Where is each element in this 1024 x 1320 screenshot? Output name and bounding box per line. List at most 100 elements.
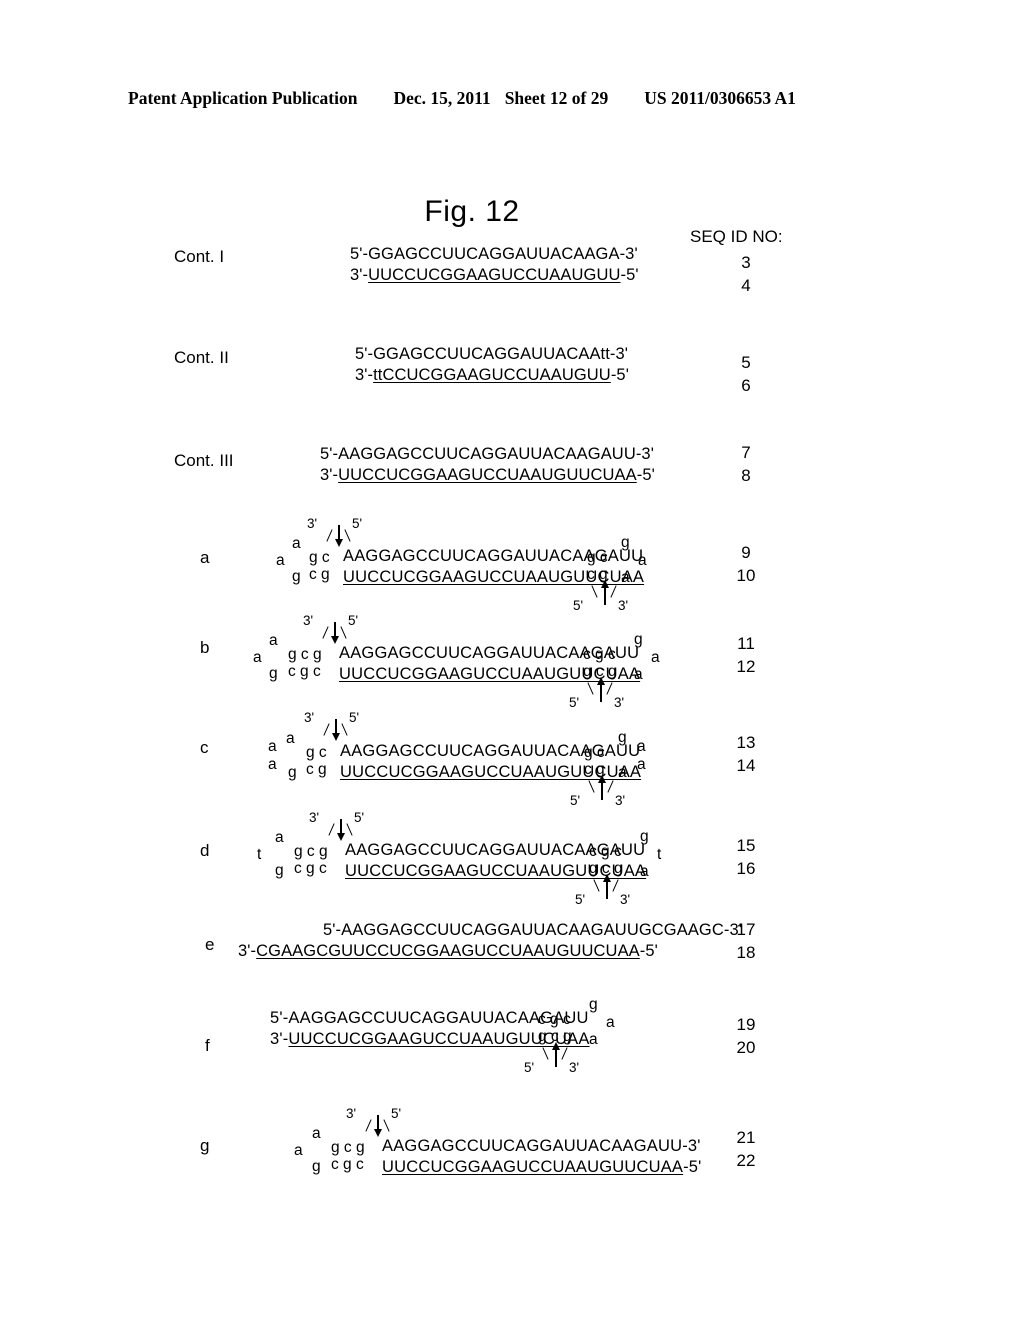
stem-pair-right-top: c g c xyxy=(538,1011,571,1029)
stem-pair-left-top: g c xyxy=(306,744,327,762)
seq-id: 19 xyxy=(726,1013,766,1036)
seq-ids-a: 9 10 xyxy=(726,541,766,587)
loop-base-left-outer: a xyxy=(268,738,277,756)
leader-line xyxy=(341,723,347,735)
row-label-cont-1: Cont. I xyxy=(174,247,224,267)
core-bottom-strand: UUCCUCGGAAGUCCUAAUGUUCUAA-5' xyxy=(382,1157,702,1178)
five-prime-label: 5' xyxy=(575,892,585,907)
seq-id: 20 xyxy=(726,1036,766,1059)
seq-ids-cont-1: 3 4 xyxy=(726,251,766,297)
seq-ids-f: 19 20 xyxy=(726,1013,766,1059)
bottom-suffix: -5' xyxy=(637,466,655,484)
loop-base-right-top: g xyxy=(640,828,649,846)
seq-id: 22 xyxy=(726,1149,766,1172)
seq-id: 15 xyxy=(726,834,766,857)
seq-id: 3 xyxy=(726,251,766,274)
bottom-prefix: 3'- xyxy=(350,266,368,284)
loop-base-left-bottom: g xyxy=(275,862,284,880)
three-prime-label: 3' xyxy=(309,810,319,825)
sheet-number: Sheet 12 of 29 xyxy=(505,88,609,109)
sequence-block-cont-2: 5'-GGAGCCUUCAGGAUUACAAtt-3' 3'-ttCCUCGGA… xyxy=(355,344,629,386)
loop-base-left-bottom: g xyxy=(312,1158,321,1176)
top-sequence: AAGGAGCCUUCAGGAUUACAAGAUU xyxy=(382,1137,682,1155)
loop-base-right-outer: a xyxy=(606,1014,615,1032)
seq-id-column-header: SEQ ID NO: xyxy=(690,227,783,247)
stem-pair-right-top: g c xyxy=(587,549,608,567)
stem-pair-left-bottom: c g xyxy=(309,566,330,584)
leader-line xyxy=(346,823,352,835)
seq-ids-e: 17 18 xyxy=(726,918,766,964)
row-label-e: e xyxy=(205,935,214,955)
five-prime-label: 5' xyxy=(570,793,580,808)
loop-base-right-top: g xyxy=(634,631,643,649)
patent-number: US 2011/0306653 A1 xyxy=(644,88,796,109)
bottom-sequence: CGAAGCGUUCCUCGGAAGUCCUAAUGUUCUAA xyxy=(256,942,640,960)
loop-base-right-outer-bottom: a xyxy=(637,756,646,774)
row-label-b: b xyxy=(200,638,209,658)
loop-base-left-top: a xyxy=(269,632,278,650)
patent-header: Patent Application Publication Dec. 15, … xyxy=(128,88,896,109)
row-label-a: a xyxy=(200,548,209,568)
five-prime-label: 5' xyxy=(573,598,583,613)
seq-ids-cont-2: 5 6 xyxy=(726,351,766,397)
seq-id: 13 xyxy=(726,731,766,754)
loop-base-right-bottom: a xyxy=(589,1031,598,1049)
stem-pair-right-top: c g c xyxy=(589,843,622,861)
leader-line xyxy=(323,723,329,735)
loop-base-right-bottom: a xyxy=(634,666,643,684)
bottom-sequence: UUCCUCGGAAGUCCUAAUGUUCUAA xyxy=(382,1158,683,1176)
row-label-cont-2: Cont. II xyxy=(174,348,229,368)
leader-line xyxy=(344,529,350,541)
bottom-strand: 3'-UUCCUCGGAAGUCCUAAUGUUCUAA-5' xyxy=(320,465,655,486)
figure-title-text: Fig. 12 xyxy=(424,195,519,228)
stem-pair-left-bottom: c g c xyxy=(288,663,321,681)
bottom-strand: 3'-CGAAGCGUUCCUCGGAAGUCCUAAUGUUCUAA-5' xyxy=(238,941,742,962)
duplex-core: AAGGAGCCUUCAGGAUUACAAGAUU-3' UUCCUCGGAAG… xyxy=(382,1136,702,1178)
three-prime-label: 3' xyxy=(569,1060,579,1075)
stem-pair-left-top: g c g xyxy=(331,1139,365,1157)
five-prime-label: 5' xyxy=(524,1060,534,1075)
bottom-sequence: UUCCUCGGAAGUCCUAAUGUUCUAA xyxy=(338,466,637,484)
three-prime-label: 3' xyxy=(346,1106,356,1121)
five-prime-label: 5' xyxy=(569,695,579,710)
top-strand: 5'-AAGGAGCCUUCAGGAUUACAAGAUU-3' xyxy=(320,444,655,465)
stem-pair-right-top: g c xyxy=(584,744,605,762)
seq-id: 5 xyxy=(726,351,766,374)
seq-id: 9 xyxy=(726,541,766,564)
bottom-suffix: -5' xyxy=(621,266,639,284)
three-prime-label: 3' xyxy=(303,613,313,628)
loop-base-left-bottom: g xyxy=(269,665,278,683)
loop-base-right-outer: a xyxy=(638,552,647,570)
leader-line xyxy=(326,529,332,541)
three-prime-label: 3' xyxy=(618,598,628,613)
loop-base-left-top: a xyxy=(286,730,295,748)
seq-id: 18 xyxy=(726,941,766,964)
five-prime-label: 5' xyxy=(348,613,358,628)
stem-pair-left-bottom: c g c xyxy=(331,1156,364,1174)
seq-id: 10 xyxy=(726,564,766,587)
publication-label: Patent Application Publication xyxy=(128,88,357,109)
seq-id: 4 xyxy=(726,274,766,297)
three-prime-label: 3' xyxy=(620,892,630,907)
five-prime-label: 5' xyxy=(352,516,362,531)
top-strand: 5'-AAGGAGCCUUCAGGAUUACAAGAUUGCGAAGC-3' xyxy=(238,920,742,941)
seq-id: 21 xyxy=(726,1126,766,1149)
bottom-strand: 3'-ttCCUCGGAAGUCCUAAUGUU-5' xyxy=(355,365,629,386)
three-prime-label: 3' xyxy=(304,710,314,725)
loop-base-right-top: g xyxy=(621,534,630,552)
leader-line xyxy=(383,1119,389,1131)
top-prefix: 5'- xyxy=(270,1009,288,1027)
loop-base-left-outer: t xyxy=(257,846,261,864)
seq-id: 11 xyxy=(726,632,766,655)
five-prime-label: 5' xyxy=(391,1106,401,1121)
loop-base-right-bottom: a xyxy=(618,764,627,782)
loop-base-left-top: a xyxy=(275,829,284,847)
loop-base-left-top: a xyxy=(312,1125,321,1143)
top-suffix: -3' xyxy=(682,1137,700,1155)
sequence-block-cont-3: 5'-AAGGAGCCUUCAGGAUUACAAGAUU-3' 3'-UUCCU… xyxy=(320,444,655,486)
loop-base-right-bottom: a xyxy=(640,863,649,881)
three-prime-label: 3' xyxy=(614,695,624,710)
row-label-cont-3: Cont. III xyxy=(174,451,234,471)
top-strand: 5'-GGAGCCUUCAGGAUUACAAtt-3' xyxy=(355,344,629,365)
bottom-suffix: -5' xyxy=(640,942,658,960)
